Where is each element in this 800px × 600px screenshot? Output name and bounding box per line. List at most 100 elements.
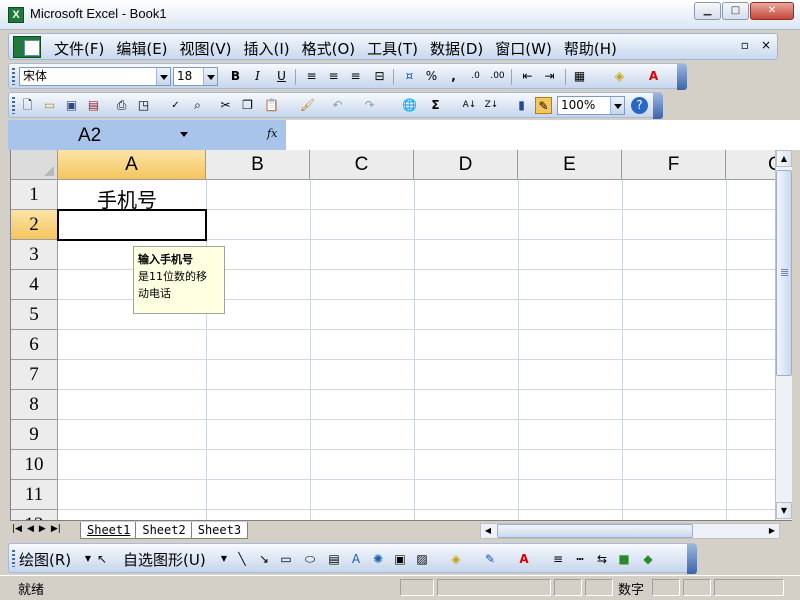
shadow-icon[interactable]: ■: [617, 552, 631, 566]
font-color-icon[interactable]: A: [517, 552, 531, 566]
font-name-select[interactable]: 宋体: [19, 67, 171, 86]
vertical-scrollbar[interactable]: ▲ ▼: [775, 150, 792, 520]
next-sheet-icon[interactable]: ▶: [39, 524, 46, 534]
chart-wizard-icon[interactable]: ▮: [513, 97, 530, 114]
bold-button[interactable]: B: [227, 68, 244, 85]
row-header-3[interactable]: 3: [11, 240, 58, 270]
close-window-button[interactable]: ✕: [750, 2, 794, 20]
autosum-button[interactable]: Σ: [427, 97, 444, 114]
scroll-down-icon[interactable]: ▼: [776, 502, 792, 519]
column-header-e[interactable]: E: [518, 150, 622, 180]
scroll-left-icon[interactable]: ◀: [481, 524, 495, 538]
row-header-8[interactable]: 8: [11, 390, 58, 420]
help-icon[interactable]: ?: [631, 97, 648, 114]
column-header-d[interactable]: D: [414, 150, 518, 180]
print-icon[interactable]: ⎙: [113, 97, 130, 114]
comma-style-button[interactable]: ,: [445, 68, 462, 85]
column-header-b[interactable]: B: [206, 150, 310, 180]
borders-icon[interactable]: ▦: [571, 68, 588, 85]
row-header-2[interactable]: 2: [11, 210, 58, 240]
scroll-right-icon[interactable]: ▶: [765, 524, 779, 538]
menu-tools[interactable]: 工具(T): [362, 37, 425, 59]
sheet-tab-sheet3[interactable]: Sheet3: [190, 522, 249, 539]
chevron-down-icon[interactable]: [610, 97, 624, 114]
arrow-style-icon[interactable]: ⇆: [595, 552, 609, 566]
align-left-icon[interactable]: ≡: [303, 68, 320, 85]
wordart-icon[interactable]: A: [349, 552, 363, 566]
fill-color-icon[interactable]: ◈: [611, 68, 628, 85]
horizontal-scroll-thumb[interactable]: [497, 524, 693, 538]
workbook-icon[interactable]: [13, 36, 41, 58]
research-icon[interactable]: ⌕: [189, 97, 206, 114]
workbook-close-button[interactable]: ×: [761, 38, 771, 52]
row-header-1[interactable]: 1: [11, 180, 58, 210]
menu-file[interactable]: 文件(F): [49, 37, 111, 59]
horizontal-scrollbar[interactable]: ◀ ▶: [480, 523, 780, 539]
diagram-icon[interactable]: ✺: [371, 552, 385, 566]
fill-color-icon[interactable]: ◈: [449, 552, 463, 566]
redo-icon[interactable]: ↷: [361, 97, 378, 114]
column-header-c[interactable]: C: [310, 150, 414, 180]
row-header-6[interactable]: 6: [11, 330, 58, 360]
print-preview-icon[interactable]: ◳: [135, 97, 152, 114]
hyperlink-icon[interactable]: 🌐: [401, 97, 418, 114]
active-cell-a2[interactable]: [57, 209, 207, 241]
last-sheet-icon[interactable]: ▶|: [51, 524, 61, 534]
select-objects-icon[interactable]: ↖: [95, 552, 109, 566]
menu-window[interactable]: 窗口(W): [490, 37, 559, 59]
arrow-icon[interactable]: ↘: [257, 552, 271, 566]
textbox-icon[interactable]: ▤: [327, 552, 341, 566]
font-size-select[interactable]: 18: [173, 67, 218, 86]
picture-icon[interactable]: ▨: [415, 552, 429, 566]
increase-indent-icon[interactable]: ⇥: [541, 68, 558, 85]
row-header-10[interactable]: 10: [11, 450, 58, 480]
chevron-down-icon[interactable]: [156, 68, 170, 85]
zoom-select[interactable]: 100%: [557, 96, 625, 115]
prev-sheet-icon[interactable]: ◀: [27, 524, 34, 534]
formula-input[interactable]: [286, 120, 800, 150]
sort-ascending-icon[interactable]: A↓: [461, 97, 478, 114]
sort-descending-icon[interactable]: Z↓: [483, 97, 500, 114]
line-style-icon[interactable]: ≡: [551, 552, 565, 566]
chevron-down-icon[interactable]: [203, 68, 217, 85]
toolbar-options-button[interactable]: [687, 544, 697, 574]
align-right-icon[interactable]: ≡: [347, 68, 364, 85]
open-folder-icon[interactable]: ▭: [41, 97, 58, 114]
column-header-f[interactable]: F: [622, 150, 726, 180]
workbook-restore-button[interactable]: ▫: [741, 38, 749, 52]
row-header-4[interactable]: 4: [11, 270, 58, 300]
permission-icon[interactable]: ▤: [85, 97, 102, 114]
column-header-g[interactable]: G: [726, 150, 775, 180]
sheet-tab-sheet1[interactable]: Sheet1: [80, 522, 138, 539]
chevron-down-icon[interactable]: ▼: [81, 552, 95, 566]
italic-button[interactable]: I: [249, 68, 266, 85]
align-center-icon[interactable]: ≡: [325, 68, 342, 85]
first-sheet-icon[interactable]: |◀: [12, 524, 22, 534]
oval-icon[interactable]: ⬭: [303, 552, 317, 566]
excel-app-icon[interactable]: X: [8, 7, 24, 23]
toolbar-options-button[interactable]: [653, 93, 663, 119]
row-header-7[interactable]: 7: [11, 360, 58, 390]
insert-function-button[interactable]: fx: [267, 127, 277, 140]
menu-insert[interactable]: 插入(I): [239, 37, 297, 59]
percent-button[interactable]: %: [423, 68, 440, 85]
name-box[interactable]: A2: [8, 120, 201, 150]
save-icon[interactable]: ▣: [63, 97, 80, 114]
currency-icon[interactable]: ¤: [401, 68, 418, 85]
menu-data[interactable]: 数据(D): [425, 37, 490, 59]
minimize-button[interactable]: ▁: [694, 2, 721, 20]
chevron-down-icon[interactable]: ▼: [217, 552, 231, 566]
scroll-up-icon[interactable]: ▲: [776, 150, 792, 167]
menu-format[interactable]: 格式(O): [297, 37, 363, 59]
clipart-icon[interactable]: ▣: [393, 552, 407, 566]
line-color-icon[interactable]: ✎: [483, 552, 497, 566]
draw-menu-button[interactable]: 绘图(R): [19, 549, 71, 570]
rectangle-icon[interactable]: ▭: [279, 552, 293, 566]
row-header-9[interactable]: 9: [11, 420, 58, 450]
cut-icon[interactable]: ✂: [217, 97, 234, 114]
menu-view[interactable]: 视图(V): [175, 37, 239, 59]
select-all-button[interactable]: [11, 150, 58, 180]
toolbar-grip[interactable]: [12, 68, 15, 85]
undo-icon[interactable]: ↶: [329, 97, 346, 114]
decrease-decimal-icon[interactable]: .00: [489, 68, 506, 85]
